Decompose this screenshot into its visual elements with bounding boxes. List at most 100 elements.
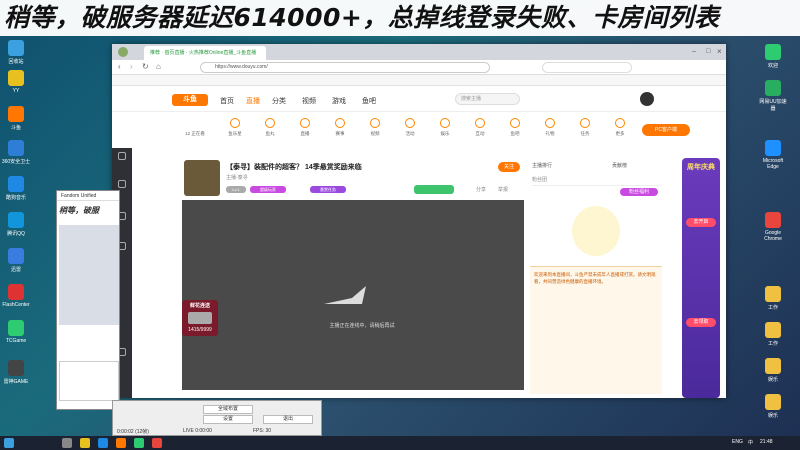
cat-item[interactable]: 直播 [292,118,318,137]
desktop-icon-tcgame[interactable]: TCGame [1,320,31,344]
taskbar-app-icon[interactable] [134,438,144,448]
desktop-icon-360[interactable]: 360安全卫士 [1,140,31,165]
tag-badge[interactable]: 超级玩家 [250,186,286,193]
nav-live[interactable]: 直播 [246,96,260,106]
tag-badge[interactable]: 悬赏任务 [310,186,346,193]
desktop-icon-recycle[interactable]: 回收站 [1,40,31,65]
site-search-input[interactable]: 搜索主播 [455,93,520,105]
pc-client-button[interactable]: PC客户端 [642,124,690,136]
close-icon[interactable]: × [717,47,722,56]
nav-video[interactable]: 视频 [302,96,316,106]
forward-icon[interactable]: › [130,62,133,71]
cat-item[interactable]: 任务 [572,118,598,137]
share-button[interactable]: 分享 [476,186,486,193]
desktop-folder-fun2[interactable]: 娱乐 [758,394,788,419]
maximize-icon[interactable]: □ [706,48,710,55]
douyu-logo[interactable]: 斗鱼 [172,94,208,106]
url-input[interactable]: https://www.douyu.com/ [200,62,490,73]
home-icon[interactable]: ⌂ [156,62,161,71]
report-button[interactable]: 举报 [498,186,508,193]
list-icon [118,152,126,160]
desktop-icon-uu[interactable]: 网易UU加速器 [758,80,788,112]
desktop-icon-kugou[interactable]: 酷狗音乐 [1,176,31,201]
user-avatar[interactable] [640,92,654,106]
nav-home[interactable]: 首页 [220,96,234,106]
follow-button[interactable]: 关注 [498,162,520,172]
taskbar-app-icon[interactable] [80,438,90,448]
nav-game[interactable]: 游戏 [332,96,346,106]
ime-indicator[interactable]: 中 [748,439,753,446]
tab-contrib[interactable]: 贡献榜 [612,162,627,169]
browser-tab[interactable]: 推荐 · 首页直播 · 火热推荐Online直播_斗鱼直播 [144,46,266,60]
desktop-folder-work1[interactable]: 工作 [758,286,788,311]
refresh-icon[interactable]: ↻ [142,62,149,71]
avatar[interactable] [118,47,128,57]
desktop-folder-fun1[interactable]: 娱乐 [758,358,788,383]
desktop-icon-xunlei[interactable]: 迅雷 [1,248,31,273]
taskbar-app-icon[interactable] [116,438,126,448]
gift-overlay[interactable]: 鲜花连送 1415/9999 [182,300,218,336]
cat-item[interactable]: 12 正在看 [182,118,208,137]
cat-item[interactable]: 鱼吧 [502,118,528,137]
taskbar-app-icon[interactable] [152,438,162,448]
trophy-icon [335,118,345,128]
side-window-title[interactable]: Fandom Unified [57,191,119,201]
streamer-avatar[interactable] [184,160,220,196]
obs-button-exit[interactable]: 退出 [263,415,313,424]
room-info: 【泰寻】装配件的超客？ 14季悬赏奖励来临 主播·泰寻 Lv.1 超级玩家 悬赏… [182,158,522,198]
desktop-icon-chrome[interactable]: Google Chrome [758,212,788,242]
desktop-icon-leishen[interactable]: 雷神GAME [1,360,31,385]
side-window-preview [59,225,119,325]
play-icon [300,118,310,128]
desktop-icon-flash[interactable]: FlashCenter [1,284,31,308]
ad-button[interactable]: 去开启 [686,218,716,227]
side-ad[interactable]: 周年庆典 去开启 去领取 [682,158,720,398]
minimize-icon[interactable]: – [692,48,696,55]
cat-item[interactable]: 视频 [362,118,388,137]
cat-item[interactable]: 活动 [397,118,423,137]
music-icon [8,176,24,192]
fans-button[interactable]: 粉丝福利 [620,188,658,196]
start-icon[interactable] [4,438,14,448]
cat-item[interactable]: 鱼丸 [257,118,283,137]
sidebar-rank[interactable] [114,152,130,162]
tab-strip: 推荐 · 首页直播 · 火热推荐Online直播_斗鱼直播 – □ × [112,44,726,60]
notice-text: 欢迎来到本直播间，斗鱼严禁未成年人直播或打赏。请文明观看，共同营造绿色健康的直播… [534,272,656,284]
level-badge: Lv.1 [226,186,246,193]
browser-search-input[interactable] [542,62,632,73]
green-badge[interactable] [414,185,454,194]
nav-fishbar[interactable]: 鱼吧 [362,96,376,106]
desktop-icon-douyu[interactable]: 斗鱼 [1,106,31,131]
cat-item[interactable]: 互动 [467,118,493,137]
sidebar-games[interactable] [114,180,130,190]
desktop-icon-welcome[interactable]: 欢迎 [758,44,788,69]
cat-item[interactable]: 鱼乐星 [222,118,248,137]
taskbar-app-icon[interactable] [98,438,108,448]
streamer-name[interactable]: 主播·泰寻 [226,174,248,181]
video-player[interactable]: 主播正在连线中，请稍后再试 [182,200,524,390]
obs-stat: 0:00:02 (12帧) [117,429,149,435]
side-window-list[interactable] [59,361,119,401]
obs-button-settings[interactable]: 设置 [203,415,253,424]
lang-indicator[interactable]: ENG [732,439,743,445]
nav-category[interactable]: 分类 [272,96,286,106]
cat-item[interactable]: 娱乐 [432,118,458,137]
gift-icon [545,118,555,128]
tab-rank[interactable]: 主播排行 [532,162,552,169]
obs-button-layout[interactable]: 全域布置 [203,405,253,414]
desktop-icon-edge[interactable]: Microsoft Edge [758,140,788,170]
desktop-folder-work2[interactable]: 工作 [758,322,788,347]
cat-item[interactable]: 赛事 [327,118,353,137]
taskbar-app-icon[interactable] [62,438,72,448]
banner-text: 稍等，破服务器延迟614000+，总掉线登录失败、卡房间列表 [4,3,720,32]
back-icon[interactable]: ‹ [118,62,121,71]
desktop-icon-qq[interactable]: 腾讯QQ [1,212,31,237]
ad-button[interactable]: 去领取 [686,318,716,327]
cat-item[interactable]: 更多 [607,118,633,137]
bookmarks-bar [112,75,726,86]
tab-fans[interactable]: 粉丝团 [532,176,660,186]
gift-count: 1415/9999 [188,327,212,333]
clock[interactable]: 21:48 [760,439,773,445]
desktop-icon-yy[interactable]: YY [1,70,31,94]
cat-item[interactable]: 礼物 [537,118,563,137]
